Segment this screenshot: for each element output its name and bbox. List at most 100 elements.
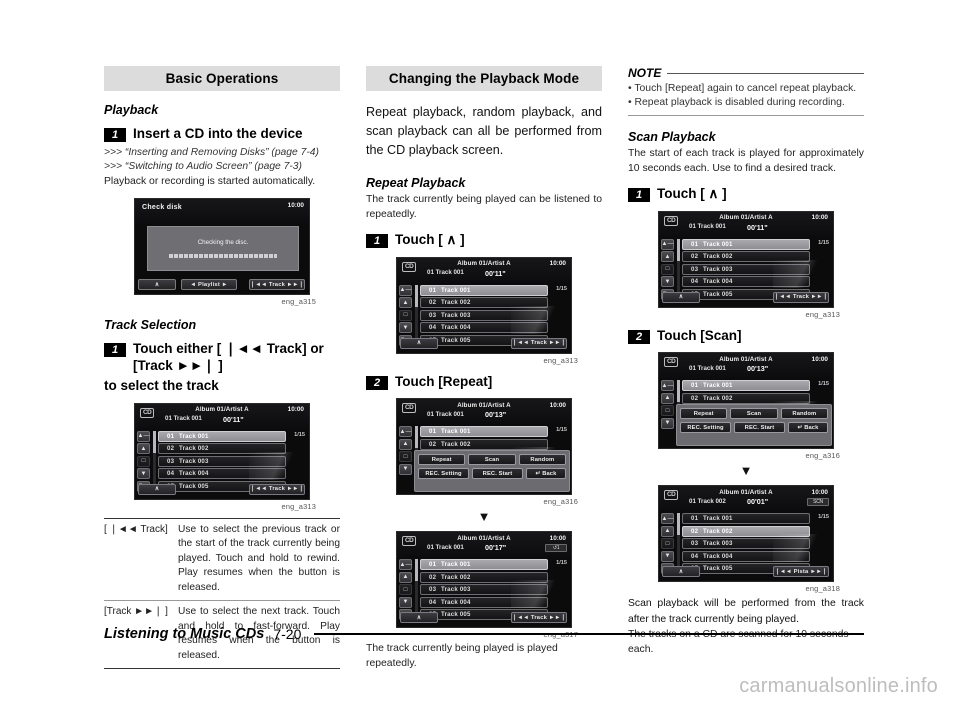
- track-name: Track 002: [441, 573, 471, 581]
- scroll-top-icon[interactable]: ▲―: [661, 513, 674, 525]
- scroll-down-icon[interactable]: ▼: [137, 468, 150, 480]
- scan-mode-icon: SCN: [807, 498, 829, 507]
- track-button[interactable]: ❘◄◄ Track ►►❘: [511, 612, 567, 624]
- scroll-top-icon[interactable]: ▲―: [399, 426, 412, 438]
- track-list-item[interactable]: 03 Track 003: [420, 584, 548, 596]
- scroll-down-icon[interactable]: ▼: [661, 550, 674, 562]
- checking-disc-dialog: Checking the disc.: [147, 226, 299, 272]
- scrollbar[interactable]: [677, 238, 680, 296]
- track-list-item[interactable]: 03 Track 003: [420, 309, 548, 321]
- three-column-layout: Basic Operations Playback 1 Insert a CD …: [104, 66, 864, 669]
- scroll-thumb-icon[interactable]: □: [661, 263, 674, 275]
- page-indicator: 1/15: [294, 431, 305, 438]
- track-button[interactable]: ❘◄◄ Track ►►❘: [773, 291, 829, 303]
- scroll-down-icon[interactable]: ▼: [661, 417, 674, 429]
- album-artist-label: Album 01/Artist A: [719, 488, 773, 496]
- track-list-item[interactable]: 02 Track 002: [682, 251, 810, 263]
- track-list-item[interactable]: 04 Track 004: [420, 322, 548, 334]
- up-button[interactable]: ∧: [400, 612, 438, 624]
- track-list-item[interactable]: 02 Track 002: [420, 297, 548, 309]
- popup-button-scan[interactable]: Scan: [468, 454, 516, 466]
- scroll-up-icon[interactable]: ▲: [399, 571, 412, 583]
- scroll-down-icon[interactable]: ▼: [399, 596, 412, 608]
- track-list-item[interactable]: 01 Track 001: [420, 284, 548, 296]
- track-name: Track 002: [441, 299, 471, 307]
- track-list-item[interactable]: 02 Track 002: [682, 392, 810, 404]
- scroll-down-icon[interactable]: ▼: [399, 322, 412, 334]
- track-list-item[interactable]: 04 Track 004: [158, 468, 286, 480]
- popup-button-back[interactable]: ↵ Back: [526, 468, 566, 480]
- track-button[interactable]: ❘◄◄ Track ►►❘: [249, 279, 305, 291]
- track-list-item[interactable]: 02 Track 002: [420, 438, 548, 450]
- scrollbar[interactable]: [153, 430, 156, 488]
- popup-button-repeat[interactable]: Repeat: [418, 454, 466, 466]
- track-list-item[interactable]: 03 Track 003: [158, 455, 286, 467]
- track-list-item[interactable]: 04 Track 004: [682, 276, 810, 288]
- track-list-item[interactable]: 01 Track 001: [420, 559, 548, 571]
- track-button[interactable]: ❘◄◄ Pista ►►❘: [773, 566, 829, 578]
- scroll-up-icon[interactable]: ▲: [661, 392, 674, 404]
- up-button[interactable]: ∧: [138, 483, 176, 495]
- scroll-thumb-icon[interactable]: □: [399, 584, 412, 596]
- scroll-thumb-icon[interactable]: □: [661, 538, 674, 550]
- scroll-top-icon[interactable]: ▲―: [661, 380, 674, 392]
- clock-display: 10:00: [549, 401, 566, 409]
- track-button[interactable]: ❘◄◄ Track ►►❘: [511, 337, 567, 349]
- scroll-top-icon[interactable]: ▲―: [137, 430, 150, 442]
- popup-button-rec-start[interactable]: REC. Start: [734, 422, 785, 434]
- track-list-item[interactable]: 01 Track 001: [682, 513, 810, 525]
- track-list-item[interactable]: 01 Track 001: [682, 380, 810, 392]
- track-list-item[interactable]: 02 Track 002: [420, 571, 548, 583]
- crossref-inserting-disks[interactable]: >>> “Inserting and Removing Disks” (page…: [104, 146, 340, 161]
- scroll-thumb-icon[interactable]: □: [661, 405, 674, 417]
- popup-button-rec-setting[interactable]: REC. Setting: [680, 422, 731, 434]
- scroll-down-icon[interactable]: ▼: [399, 463, 412, 475]
- up-button[interactable]: ∧: [662, 291, 700, 303]
- track-list-item[interactable]: 01 Track 001: [158, 430, 286, 442]
- track-number: 01: [167, 432, 175, 440]
- scroll-top-icon[interactable]: ▲―: [399, 559, 412, 571]
- track-number: 01: [691, 240, 699, 248]
- up-button[interactable]: ∧: [662, 566, 700, 578]
- scroll-up-icon[interactable]: ▲: [399, 297, 412, 309]
- up-button[interactable]: ∧: [138, 279, 176, 291]
- track-list-item[interactable]: 01 Track 001: [682, 238, 810, 250]
- track-list-item[interactable]: 03 Track 003: [682, 538, 810, 550]
- track-list-item[interactable]: 02 Track 002: [682, 525, 810, 537]
- scroll-up-icon[interactable]: ▲: [137, 443, 150, 455]
- scrollbar[interactable]: [677, 513, 680, 571]
- popup-button-scan[interactable]: Scan: [730, 408, 778, 420]
- scroll-thumb-icon[interactable]: □: [137, 455, 150, 467]
- track-name: Track 003: [441, 311, 471, 319]
- crossref-audio-screen[interactable]: >>> “Switching to Audio Screen” (page 7-…: [104, 160, 340, 175]
- popup-button-rec-start[interactable]: REC. Start: [472, 468, 523, 480]
- popup-button-random[interactable]: Random: [518, 454, 566, 466]
- page-footer: Listening to Music CDs 7-20: [104, 626, 864, 642]
- scrollbar[interactable]: [415, 559, 418, 617]
- scroll-up-icon[interactable]: ▲: [661, 251, 674, 263]
- track-list-item[interactable]: 03 Track 003: [682, 263, 810, 275]
- scroll-top-icon[interactable]: ▲―: [661, 238, 674, 250]
- scroll-up-icon[interactable]: ▲: [661, 525, 674, 537]
- figure-check-disk: Check disk 10:00 Checking the disc. ∧ ◄ …: [104, 198, 340, 306]
- scroll-thumb-icon[interactable]: □: [399, 309, 412, 321]
- track-list-item[interactable]: 01 Track 001: [420, 426, 548, 438]
- up-button[interactable]: ∧: [400, 337, 438, 349]
- scroll-up-icon[interactable]: ▲: [399, 438, 412, 450]
- note-list: • Touch [Repeat] again to cancel repeat …: [628, 82, 864, 111]
- scrollbar[interactable]: [415, 284, 418, 342]
- track-list-item[interactable]: 02 Track 002: [158, 443, 286, 455]
- scroll-top-icon[interactable]: ▲―: [399, 284, 412, 296]
- scroll-down-icon[interactable]: ▼: [661, 276, 674, 288]
- playlist-button[interactable]: ◄ Playlist ►: [181, 279, 237, 291]
- popup-button-back[interactable]: ↵ Back: [788, 422, 828, 434]
- scroll-thumb-icon[interactable]: □: [399, 451, 412, 463]
- popup-button-rec-setting[interactable]: REC. Setting: [418, 468, 469, 480]
- popup-button-random[interactable]: Random: [780, 408, 828, 420]
- device-screen-track-list: CD Album 01/Artist A 01 Track 001 00'11"…: [658, 210, 834, 308]
- track-button[interactable]: ❘◄◄ Track ►►❘: [249, 483, 305, 495]
- track-list-item[interactable]: 04 Track 004: [420, 596, 548, 608]
- track-number: 01: [691, 382, 699, 390]
- popup-button-repeat[interactable]: Repeat: [680, 408, 728, 420]
- track-list-item[interactable]: 04 Track 004: [682, 550, 810, 562]
